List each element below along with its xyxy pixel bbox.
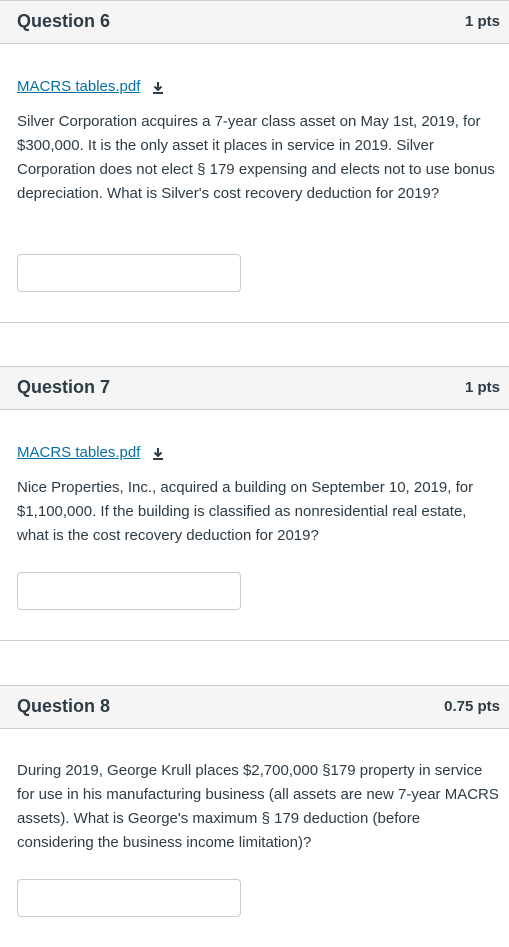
answer-input[interactable]	[17, 254, 241, 292]
download-icon[interactable]	[151, 447, 165, 461]
question-points: 1 pts	[464, 379, 500, 396]
question-text: Silver Corporation acquires a 7-year cla…	[17, 113, 495, 202]
question-text: Nice Properties, Inc., acquired a buildi…	[17, 479, 474, 544]
question-divider	[0, 322, 509, 323]
question-6-header: Question 6 1 pts	[0, 0, 509, 44]
question-text: During 2019, George Krull places $2,700,…	[17, 762, 499, 851]
question-7-header: Question 7 1 pts	[0, 366, 509, 410]
question-divider	[0, 640, 509, 641]
attachment-link[interactable]: MACRS tables.pdf	[17, 78, 140, 95]
answer-input[interactable]	[17, 879, 241, 917]
download-icon[interactable]	[151, 81, 165, 95]
attachment-link[interactable]: MACRS tables.pdf	[17, 444, 140, 461]
answer-input[interactable]	[17, 572, 241, 610]
question-8-header: Question 8 0.75 pts	[0, 685, 509, 729]
question-title: Question 7	[17, 377, 111, 397]
question-title: Question 6	[17, 11, 111, 31]
question-title: Question 8	[17, 696, 111, 716]
question-points: 1 pts	[464, 13, 500, 30]
question-points: 0.75 pts	[444, 698, 500, 715]
